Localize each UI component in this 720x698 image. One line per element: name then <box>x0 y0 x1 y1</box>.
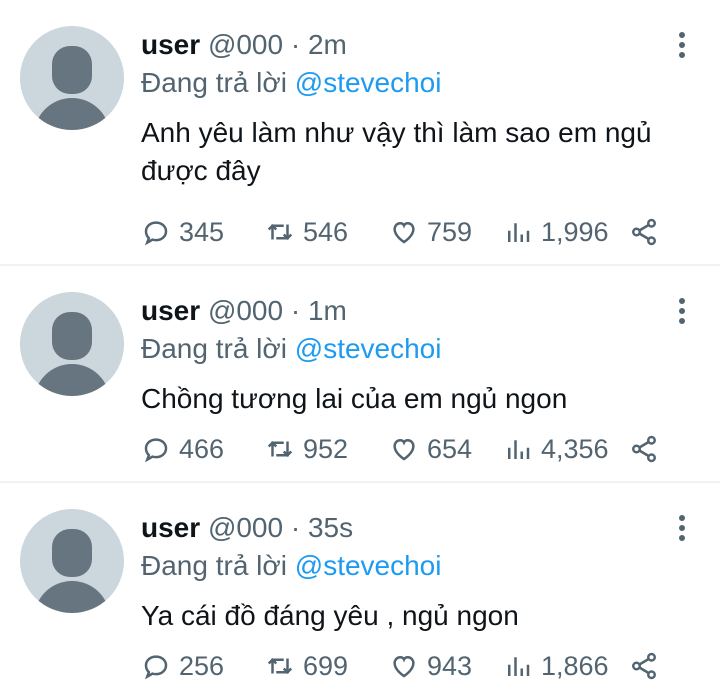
tweet-actions: 345 546 759 1,996 <box>141 214 680 250</box>
tweet[interactable]: user @000 · 35s Đang trả lời @stevechoi … <box>0 483 720 698</box>
separator-dot: · <box>290 512 301 543</box>
views-button[interactable]: 1,996 <box>503 217 625 248</box>
timestamp[interactable]: 1m <box>308 295 347 326</box>
tweet[interactable]: user @000 · 2m Đang trả lời @stevechoi A… <box>0 0 720 264</box>
share-button[interactable] <box>629 651 659 681</box>
like-button[interactable]: 943 <box>389 651 503 682</box>
reply-icon <box>144 655 168 680</box>
reply-button[interactable]: 345 <box>141 217 265 248</box>
user-handle[interactable]: @000 <box>208 512 283 543</box>
share-icon <box>632 435 656 463</box>
timestamp[interactable]: 35s <box>308 512 353 543</box>
timestamp[interactable]: 2m <box>308 29 347 60</box>
avatar-placeholder-body <box>34 98 110 130</box>
avatar-placeholder-icon <box>52 529 92 577</box>
avatar[interactable] <box>20 292 124 396</box>
user-handle[interactable]: @000 <box>208 295 283 326</box>
share-icon <box>632 218 656 246</box>
replying-to-label: Đang trả lời <box>141 333 287 364</box>
views-icon <box>508 657 530 676</box>
retweet-count: 952 <box>303 433 349 464</box>
replying-to-label: Đang trả lời <box>141 67 287 98</box>
like-icon <box>393 438 415 461</box>
like-count: 943 <box>427 650 473 681</box>
retweet-icon <box>267 223 293 241</box>
more-vertical-icon[interactable] <box>676 32 688 60</box>
avatar-placeholder-icon <box>52 46 92 94</box>
separator-dot: · <box>290 295 301 326</box>
display-name[interactable]: user <box>141 29 200 60</box>
retweet-icon <box>267 440 293 458</box>
tweet-text: Chồng tương lai của em ngủ ngon <box>141 383 568 414</box>
retweet-button[interactable]: 546 <box>265 217 389 248</box>
views-count: 1,866 <box>541 650 609 681</box>
reply-button[interactable]: 466 <box>141 434 265 465</box>
views-count: 1,996 <box>541 216 609 247</box>
views-icon <box>508 223 530 242</box>
more-vertical-icon[interactable] <box>676 298 688 326</box>
avatar[interactable] <box>20 26 124 130</box>
avatar[interactable] <box>20 509 124 613</box>
retweet-button[interactable]: 952 <box>265 434 389 465</box>
tweet-actions: 256 699 943 1,866 <box>141 648 680 684</box>
avatar-placeholder-body <box>34 364 110 396</box>
separator-dot: · <box>290 29 301 60</box>
reply-button[interactable]: 256 <box>141 651 265 682</box>
reply-count: 256 <box>179 650 225 681</box>
reply-icon <box>144 221 168 246</box>
replying-to: Đang trả lời @stevechoi <box>141 549 441 583</box>
user-handle[interactable]: @000 <box>208 29 283 60</box>
share-button[interactable] <box>629 434 659 464</box>
tweet-feed: user @000 · 2m Đang trả lời @stevechoi A… <box>0 0 720 698</box>
more-vertical-icon[interactable] <box>676 515 688 543</box>
mention-link[interactable]: @stevechoi <box>295 67 442 98</box>
share-button[interactable] <box>629 217 659 247</box>
reply-icon <box>144 438 168 463</box>
views-count: 4,356 <box>541 433 609 464</box>
tweet[interactable]: user @000 · 1m Đang trả lời @stevechoi C… <box>0 266 720 481</box>
mention-link[interactable]: @stevechoi <box>295 550 442 581</box>
avatar-placeholder-icon <box>52 312 92 360</box>
mention-link[interactable]: @stevechoi <box>295 333 442 364</box>
tweet-header: user @000 · 35s <box>141 511 353 545</box>
like-count: 654 <box>427 433 473 464</box>
replying-to: Đang trả lời @stevechoi <box>141 332 441 366</box>
retweet-count: 546 <box>303 216 349 247</box>
reply-count: 466 <box>179 433 225 464</box>
replying-to-label: Đang trả lời <box>141 550 287 581</box>
display-name[interactable]: user <box>141 295 200 326</box>
tweet-header: user @000 · 2m <box>141 28 347 62</box>
like-icon <box>393 655 415 678</box>
tweet-header: user @000 · 1m <box>141 294 347 328</box>
like-button[interactable]: 654 <box>389 434 503 465</box>
tweet-actions: 466 952 654 4,356 <box>141 431 680 467</box>
views-icon <box>508 440 530 459</box>
retweet-count: 699 <box>303 650 349 681</box>
avatar-placeholder-body <box>34 581 110 613</box>
tweet-text: Anh yêu làm như vậy thì làm sao em ngủ đ… <box>141 117 652 186</box>
views-button[interactable]: 4,356 <box>503 434 625 465</box>
retweet-button[interactable]: 699 <box>265 651 389 682</box>
like-icon <box>393 221 415 244</box>
share-icon <box>632 652 656 680</box>
reply-count: 345 <box>179 216 225 247</box>
views-button[interactable]: 1,866 <box>503 651 625 682</box>
retweet-icon <box>267 657 293 675</box>
display-name[interactable]: user <box>141 512 200 543</box>
replying-to: Đang trả lời @stevechoi <box>141 66 441 100</box>
tweet-text: Ya cái đồ đáng yêu , ngủ ngon <box>141 600 519 631</box>
like-count: 759 <box>427 216 473 247</box>
like-button[interactable]: 759 <box>389 217 503 248</box>
